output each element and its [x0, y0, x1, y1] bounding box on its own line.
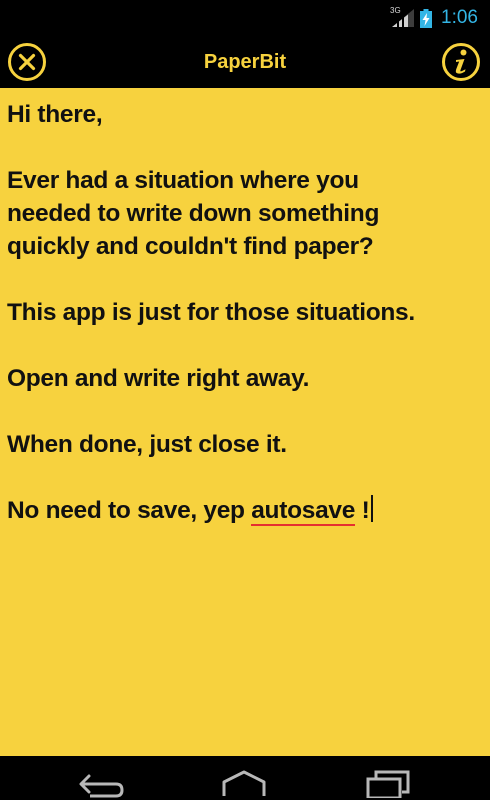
note-paragraph: When done, just close it. — [7, 428, 482, 461]
note-paragraph: Hi there, — [7, 98, 482, 131]
note-paragraph: Open and write right away. — [7, 362, 482, 395]
note-line: Hi there, — [7, 101, 103, 128]
note-editor[interactable]: Hi there, Ever had a situation where you… — [0, 88, 490, 756]
note-last-line: No need to save, yep autosave ! — [7, 494, 482, 527]
note-line: This app is just for those situations. — [7, 299, 415, 326]
back-icon[interactable] — [72, 762, 128, 798]
text-cursor — [371, 495, 374, 522]
action-bar: PaperBit — [0, 36, 490, 88]
info-icon[interactable] — [440, 41, 482, 83]
note-text[interactable]: Hi there, Ever had a situation where you… — [7, 98, 482, 527]
phone-screen: 3G 1:06 PaperBit Hi there, Ever had a si… — [0, 0, 490, 800]
battery-icon — [420, 9, 432, 28]
misspelled-word[interactable]: autosave — [251, 497, 355, 526]
note-text-segment: ! — [355, 497, 370, 524]
app-title: PaperBit — [203, 51, 287, 73]
status-bar: 3G 1:06 — [0, 0, 490, 36]
note-paragraph: This app is just for those situations. — [7, 296, 482, 329]
note-line: needed to write down something — [7, 200, 380, 227]
recent-apps-icon[interactable] — [360, 762, 416, 798]
note-paragraph: Ever had a situation where you needed to… — [7, 164, 482, 263]
navigation-bar — [0, 756, 490, 800]
status-clock: 1:06 — [441, 7, 478, 28]
home-icon[interactable] — [214, 762, 274, 798]
signal-icon — [392, 9, 414, 27]
note-line: When done, just close it. — [7, 431, 287, 458]
note-paragraph: No need to save, yep autosave ! — [7, 494, 482, 527]
note-line: Open and write right away. — [7, 365, 310, 392]
note-line: Ever had a situation where you — [7, 167, 359, 194]
note-text-segment: No need to save, yep — [7, 497, 252, 524]
note-line: quickly and couldn't find paper? — [7, 233, 374, 260]
